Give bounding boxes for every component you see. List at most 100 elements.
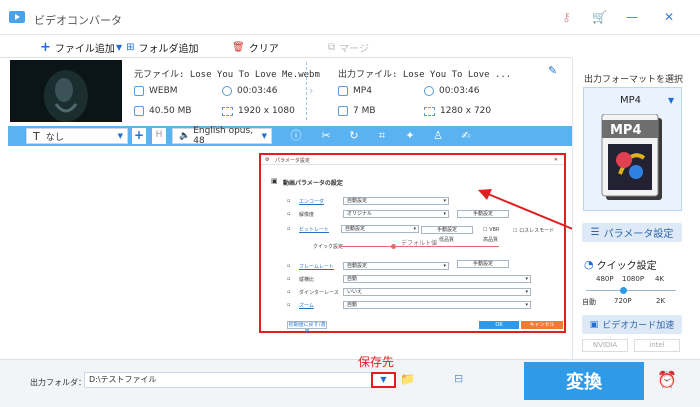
effects-icon[interactable]: ✦ [404, 130, 416, 142]
output-resolution: 1280 x 720 [424, 106, 491, 116]
hardsub-toggle[interactable]: H [152, 128, 166, 144]
manual-label: 手動設定 [472, 261, 493, 267]
merge-button[interactable]: ⧉ マージ [328, 40, 369, 55]
quality-slider[interactable] [339, 246, 499, 247]
quick-auto[interactable]: 自動 [582, 297, 596, 307]
dropdown-caret-icon: ▼ [116, 43, 123, 52]
param-label[interactable]: ズーム [299, 302, 314, 309]
aspect-ratio-icon: ▫ [287, 276, 291, 282]
parameter-settings-button[interactable]: ☰ パラメータ設定 [582, 223, 682, 242]
param-select[interactable]: オリジナル ▾ [343, 210, 449, 218]
quick-720p[interactable]: 720P [614, 297, 632, 305]
cancel-label: キャンセル [529, 322, 555, 328]
watermark-icon[interactable]: ♙ [432, 130, 444, 142]
subtitle-value: なし [45, 132, 64, 143]
bitrate-icon: ▫ [287, 226, 291, 232]
parameter-dialog: ⚙ パラメータ設定 ✕ ▣ 動画パラメータの設定 ▫ エンコーダ 自動設定 ▾ ▫ 解像度… [259, 153, 566, 335]
param-select[interactable]: 自動 ▾ [343, 301, 531, 309]
dropdown-caret-icon: ▾ [525, 302, 528, 308]
alarm-clock-icon[interactable]: ⏰ [657, 370, 677, 389]
dialog-close-icon[interactable]: ✕ [554, 157, 558, 163]
minimize-icon[interactable]: — [626, 10, 638, 24]
plus-icon: + [40, 40, 51, 55]
gpu-acceleration-button[interactable]: ▣ ビデオカード加速 [582, 315, 682, 334]
scissors-icon[interactable]: ✂ [320, 130, 332, 142]
rotate-icon[interactable]: ↻ [348, 130, 360, 142]
dialog-titlebar: ⚙ パラメータ設定 ✕ [261, 155, 564, 165]
source-size: 40.50 MB [134, 106, 192, 116]
intel-toggle[interactable]: intel [634, 339, 680, 352]
video-thumbnail[interactable] [10, 60, 122, 122]
output-folder-input[interactable]: D:\テストファイル [84, 372, 396, 388]
subtitle-edit-icon[interactable]: ✍ [460, 130, 472, 142]
source-duration-value: 00:03:46 [237, 86, 278, 96]
key-icon[interactable]: ⚷ [562, 10, 571, 24]
info-icon[interactable]: ⓘ [290, 130, 302, 142]
cancel-button[interactable]: キャンセル [521, 321, 563, 329]
format-icon [134, 86, 144, 96]
quick-settings-slider[interactable] [586, 290, 676, 291]
dropdown-caret-icon: ▼ [261, 132, 267, 140]
quick-480p[interactable]: 480P [596, 275, 614, 283]
save-location-annotation: 保存先 [358, 355, 395, 369]
gear-icon: ▫ [287, 198, 291, 204]
gpu-icon: ▣ [589, 319, 599, 330]
nvidia-label: NVIDIA [592, 341, 618, 349]
convert-button[interactable]: 変換 [524, 362, 644, 400]
manual-label: 手動設定 [436, 227, 457, 233]
quick-settings-label: ◔ クイック設定 [584, 257, 657, 272]
source-duration: 00:03:46 [222, 86, 277, 96]
manual-setting-button-3[interactable]: 手動設定 [457, 260, 509, 268]
param-select[interactable]: 自動設定 ▾ [343, 197, 449, 205]
source-format: WEBM [134, 86, 178, 96]
quick-settings-thumb[interactable] [620, 287, 627, 294]
output-list-icon[interactable]: ⊟ [454, 372, 463, 385]
param-select[interactable]: いいえ ▾ [343, 288, 531, 296]
param-select[interactable]: 自動設定 ▾ [343, 262, 449, 270]
manual-setting-button-2[interactable]: 手動設定 [421, 226, 473, 234]
format-tile-label: MP4 [610, 123, 642, 138]
resolution-icon: ▫ [287, 211, 291, 217]
crop-icon[interactable]: ⌗ [376, 130, 388, 142]
param-select[interactable]: 自動設定 ▾ [341, 225, 419, 233]
param-label[interactable]: フレームレート [299, 263, 334, 270]
output-duration-value: 00:03:46 [439, 86, 480, 96]
nvidia-toggle[interactable]: NVIDIA [582, 339, 628, 352]
reset-apply-button[interactable]: 初期値に戻す/適用 [287, 321, 327, 335]
output-format-value: MP4 [353, 86, 372, 96]
audio-track-select[interactable]: 🔈 English opus, 48 ▼ [172, 126, 272, 146]
quick-4k[interactable]: 4K [655, 275, 664, 283]
open-folder-icon[interactable]: 📁 [400, 372, 415, 386]
param-value: 自動設定 [345, 226, 366, 232]
param-select[interactable]: 自動 ▾ [343, 275, 531, 283]
param-label[interactable]: エンコーダ [299, 198, 324, 205]
sliders-icon: ☰ [590, 227, 600, 238]
clear-button[interactable]: 🗑 クリア [232, 40, 279, 55]
text-icon: T [33, 129, 40, 143]
resolution-icon [424, 106, 435, 116]
format-dropdown-icon: ▼ [668, 96, 675, 105]
add-subtitle-button[interactable]: + [132, 128, 146, 144]
resolution-icon [222, 106, 233, 116]
param-label[interactable]: ビットレート [299, 226, 329, 233]
edit-pencil-icon[interactable]: ✎ [548, 64, 557, 77]
dropdown-caret-icon: ▾ [443, 211, 446, 217]
cart-icon[interactable]: 🛒 [592, 10, 607, 24]
subtitle-select[interactable]: T なし ▼ [26, 128, 128, 144]
quality-slider-thumb[interactable] [391, 244, 396, 249]
source-size-value: 40.50 MB [149, 106, 192, 116]
close-icon[interactable]: ✕ [664, 10, 674, 24]
param-value: 自動設定 [347, 263, 368, 269]
quick-settings-icon: ◔ [584, 258, 594, 271]
add-folder-button[interactable]: ▼ ⊞ フォルダ追加 [116, 40, 199, 55]
clock-icon [222, 86, 232, 96]
quick-2k[interactable]: 2K [656, 297, 665, 305]
speaker-icon: 🔈 [179, 131, 191, 141]
format-selector[interactable]: MP4 ▼ MP4 [583, 87, 682, 211]
quick-1080p[interactable]: 1080P [622, 275, 644, 283]
folder-dropdown-button[interactable]: ▼ [371, 372, 396, 388]
output-folder-label: 出力フォルダ： [30, 378, 86, 387]
ok-button[interactable]: OK [479, 321, 519, 329]
add-file-button[interactable]: + ファイル追加 [40, 40, 115, 55]
ok-label: OK [495, 322, 503, 328]
